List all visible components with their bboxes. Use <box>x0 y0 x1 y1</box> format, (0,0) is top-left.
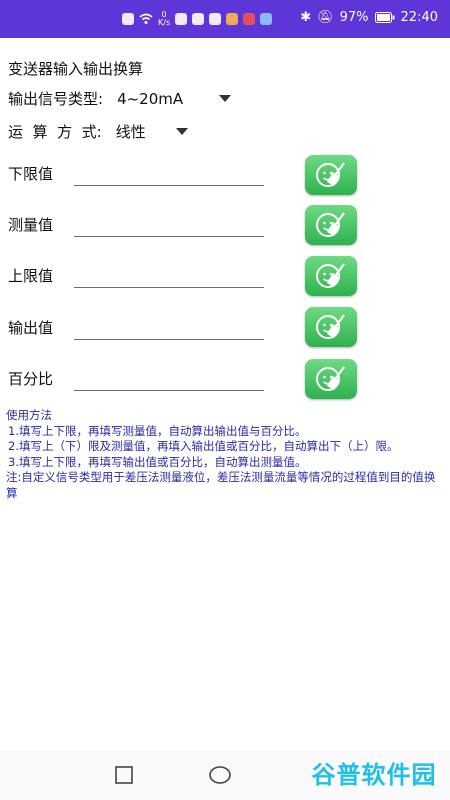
help-heading: 使用方法 <box>6 408 52 422</box>
app-icon-3 <box>209 13 222 25</box>
help-line: 3.填写上下限，再填写输出值或百分比，自动算出测量值。 <box>8 454 307 469</box>
clear-button[interactable] <box>305 256 357 296</box>
mute-icon: 🔕︎ <box>317 10 334 25</box>
help-line: 1.填写上下限，再填写测量值，自动算出输出值与百分比。 <box>8 423 307 438</box>
field-label: 上限值 <box>8 267 54 285</box>
help-note: 注:自定义信号类型用于差压法测量液位，差压法测量流量等情况的过程值到目的值换算 <box>6 470 436 500</box>
watermark-logo: 谷普软件园 <box>311 760 437 789</box>
app-icon-4 <box>226 13 239 25</box>
broom-icon <box>316 263 345 288</box>
help-text: 使用方法 1.填写上下限，再填写测量值，自动算出输出值与百分比。 2.填写上（下… <box>6 408 440 501</box>
field-label: 下限值 <box>8 165 54 183</box>
bluetooth-icon: ✱ <box>300 10 312 25</box>
upper-limit-input[interactable] <box>74 269 264 288</box>
lower-limit-input[interactable] <box>74 167 264 186</box>
broom-icon <box>316 314 345 339</box>
signal-type-label: 输出信号类型: <box>8 90 104 108</box>
chevron-down-icon <box>219 95 232 102</box>
page-title: 变送器输入输出换算 <box>8 60 144 78</box>
notification-icon <box>122 13 134 25</box>
calc-mode-select[interactable]: 线性 <box>116 121 188 142</box>
status-bar: 0 K/s ✱ 🔕︎ 97% 22:40 <box>0 0 450 38</box>
app-icon-1 <box>175 13 188 25</box>
speed-unit: K/s <box>158 18 171 27</box>
clear-button[interactable] <box>305 155 357 195</box>
output-input[interactable] <box>74 321 264 340</box>
status-right: ✱ 🔕︎ 97% 22:40 <box>300 10 438 25</box>
battery-level: 97% <box>339 10 369 25</box>
signal-type-value: 4~20mA <box>117 89 184 108</box>
clear-button[interactable] <box>305 307 357 347</box>
signal-type-row: 输出信号类型: 4~20mA <box>8 88 232 109</box>
home-icon[interactable] <box>209 766 231 784</box>
field-label: 测量值 <box>8 216 54 234</box>
chevron-down-icon <box>175 128 188 135</box>
calc-mode-label: 运 算 方 式: <box>8 123 102 141</box>
measured-input[interactable] <box>74 218 264 237</box>
calc-mode-value: 线性 <box>115 123 146 141</box>
app-icon-6 <box>260 13 273 25</box>
wifi-icon <box>139 13 153 24</box>
calc-mode-row: 运 算 方 式: 线性 <box>8 121 188 142</box>
clock: 22:40 <box>400 10 438 25</box>
battery-icon <box>374 12 395 23</box>
recents-icon[interactable] <box>115 766 133 784</box>
percent-input[interactable] <box>74 372 264 391</box>
broom-icon <box>316 212 345 237</box>
status-icons: 0 K/s <box>122 11 273 27</box>
clear-button[interactable] <box>305 359 357 399</box>
field-label: 百分比 <box>8 370 54 388</box>
app-icon-2 <box>192 13 205 25</box>
field-label: 输出值 <box>8 319 54 337</box>
signal-type-select[interactable]: 4~20mA <box>117 89 232 108</box>
app-icon-5 <box>243 13 256 25</box>
clear-button[interactable] <box>305 205 357 245</box>
broom-icon <box>316 366 345 391</box>
help-line: 2.填写上（下）限及测量值，再填入输出值或百分比，自动算出下（上）限。 <box>8 439 399 453</box>
broom-icon <box>316 162 345 187</box>
network-speed: 0 K/s <box>158 11 170 27</box>
